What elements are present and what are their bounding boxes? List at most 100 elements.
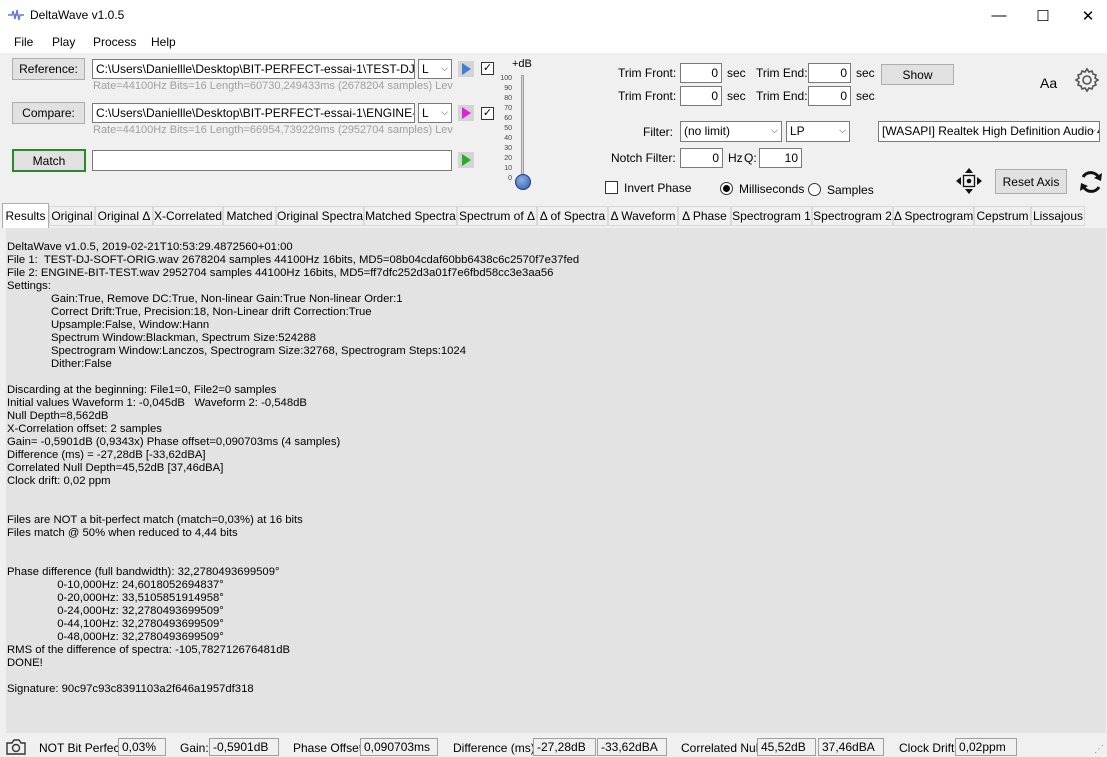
results-line: 0-20,000Hz: 33,5105851914958°	[7, 592, 224, 604]
bit-perfect-value: 0,03%	[118, 738, 166, 756]
compare-button[interactable]: Compare:	[12, 102, 85, 124]
reference-button[interactable]: Reference:	[12, 58, 85, 80]
filter-label: Filter:	[643, 125, 673, 139]
match-progress-bar	[92, 150, 452, 171]
scale-tick: 0	[508, 175, 512, 182]
menu-play[interactable]: Play	[52, 35, 75, 49]
match-play-icon[interactable]	[458, 152, 474, 168]
chevron-down-icon: ⌵	[1089, 125, 1096, 135]
notch-q-label: Q:	[744, 151, 757, 165]
reference-channel-value: L	[422, 62, 429, 76]
font-button[interactable]: Aa	[1040, 75, 1057, 91]
pan-move-icon[interactable]	[955, 167, 983, 195]
results-line: Clock drift: 0,02 ppm	[7, 475, 111, 487]
scale-tick: 80	[504, 95, 512, 102]
trim-front-input-1[interactable]: 0	[680, 63, 722, 83]
compare-channel-select[interactable]: L ⌵	[418, 103, 452, 123]
menu-file[interactable]: File	[14, 35, 33, 49]
compare-play-icon[interactable]	[458, 105, 474, 121]
scale-tick: 10	[504, 165, 512, 172]
results-line: Correlated Null Depth=45,52dB [37,46dBA]	[7, 462, 224, 474]
reference-path-input[interactable]: C:\Users\Daniellle\Desktop\BIT-PERFECT-e…	[92, 59, 415, 79]
bit-perfect-label: NOT Bit Perfect	[39, 741, 123, 755]
results-line: Null Depth=8,562dB	[7, 410, 109, 422]
results-line: Gain:True, Remove DC:True, Non-linear Ga…	[7, 293, 403, 305]
results-line: Gain= -0,5901dB (0,9343x) Phase offset=0…	[7, 436, 341, 448]
filter-type-value: LP	[790, 124, 805, 138]
results-line	[7, 540, 579, 553]
reset-axis-button[interactable]: Reset Axis	[995, 169, 1067, 194]
level-slider-thumb[interactable]	[515, 174, 531, 190]
results-panel[interactable]: DeltaWave v1.0.5, 2019-02-21T10:53:29.48…	[6, 228, 1106, 733]
notch-q-input[interactable]: 10	[759, 148, 802, 168]
match-button[interactable]: Match	[12, 149, 86, 172]
minimize-button[interactable]: —	[976, 0, 1022, 31]
refresh-icon[interactable]	[1078, 169, 1104, 195]
results-line	[7, 553, 579, 566]
scale-tick: 40	[504, 135, 512, 142]
reference-channel-select[interactable]: L ⌵	[418, 59, 452, 79]
notch-filter-label: Notch Filter:	[611, 151, 676, 165]
filter-select[interactable]: (no limit) ⌵	[680, 121, 782, 142]
camera-icon[interactable]	[5, 738, 27, 756]
reference-info: Rate=44100Hz Bits=16 Length=60730,249433…	[93, 80, 453, 92]
tab-results[interactable]: Results	[2, 203, 49, 228]
tab-x-correlated[interactable]: X-Correlated	[153, 206, 223, 226]
tab-spectrogram-1[interactable]: Spectrogram 1	[731, 206, 812, 226]
menu-process[interactable]: Process	[93, 35, 136, 49]
resize-grip-icon[interactable]: ⋰	[1094, 744, 1104, 755]
notch-hz-label: Hz	[728, 151, 743, 165]
trim-end-input-1[interactable]: 0	[808, 63, 851, 83]
correlated-null-value: 45,52dB	[757, 738, 816, 756]
results-line: Files match @ 50% when reduced to 4,44 b…	[7, 527, 238, 539]
gear-icon[interactable]	[1074, 67, 1100, 93]
reference-enable-checkbox[interactable]: ✓	[481, 62, 494, 75]
scale-tick: 90	[504, 85, 512, 92]
tab-cepstrum[interactable]: Cepstrum	[974, 206, 1031, 226]
results-line: DeltaWave v1.0.5, 2019-02-21T10:53:29.48…	[7, 241, 293, 253]
tab-delta-phase[interactable]: Δ Phase	[678, 206, 731, 226]
scale-tick: 20	[504, 155, 512, 162]
level-meter-label: +dB	[512, 58, 532, 70]
tab-lissajous[interactable]: Lissajous	[1031, 206, 1085, 226]
window-title: DeltaWave v1.0.5	[30, 8, 125, 22]
reference-play-icon[interactable]	[458, 61, 474, 77]
audio-device-select[interactable]: [WASAPI] Realtek High Definition Audio 4…	[878, 121, 1100, 142]
compare-path-input[interactable]: C:\Users\Daniellle\Desktop\BIT-PERFECT-e…	[92, 103, 415, 123]
menu-help[interactable]: Help	[151, 35, 176, 49]
tab-original-spectra[interactable]: Original Spectra	[276, 206, 364, 226]
level-meter-track	[521, 75, 524, 183]
milliseconds-radio[interactable]	[720, 182, 733, 195]
tab-original[interactable]: Original	[49, 206, 95, 226]
compare-enable-checkbox[interactable]: ✓	[481, 107, 494, 120]
invert-phase-checkbox[interactable]	[605, 181, 618, 194]
samples-radio[interactable]	[808, 183, 821, 196]
results-line	[7, 670, 579, 683]
results-line: Files are NOT a bit-perfect match (match…	[7, 514, 303, 526]
scale-tick: 30	[504, 145, 512, 152]
tab-spectrogram-2[interactable]: Spectrogram 2	[812, 206, 893, 226]
tab-delta-spectrogram[interactable]: Δ Spectrogram	[893, 206, 974, 226]
gain-value: -0,5901dB	[209, 738, 279, 756]
tab-original-delta[interactable]: Original Δ	[95, 206, 153, 226]
notch-filter-input[interactable]: 0	[680, 148, 723, 168]
tab-delta-waveform[interactable]: Δ Waveform	[608, 206, 678, 226]
level-meter-scale: 100 90 80 70 60 50 40 30 20 10 0	[498, 75, 514, 185]
close-button[interactable]: ✕	[1065, 0, 1107, 31]
tab-delta-of-spectra[interactable]: Δ of Spectra	[537, 206, 608, 226]
trim-front-input-2[interactable]: 0	[680, 86, 722, 106]
tab-matched[interactable]: Matched	[223, 206, 276, 226]
maximize-button[interactable]: ☐	[1020, 0, 1066, 31]
show-button[interactable]: Show	[881, 64, 954, 85]
tab-spectrum-of-delta[interactable]: Spectrum of Δ	[457, 206, 537, 226]
compare-info: Rate=44100Hz Bits=16 Length=66954,739229…	[93, 124, 453, 136]
scale-tick: 50	[504, 125, 512, 132]
difference-value: -27,28dB	[533, 738, 596, 756]
filter-value: (no limit)	[684, 124, 731, 138]
trim-end-input-2[interactable]: 0	[808, 86, 851, 106]
results-line: Phase difference (full bandwidth): 32,27…	[7, 566, 280, 578]
filter-type-select[interactable]: LP ⌵	[786, 121, 850, 142]
tab-matched-spectra[interactable]: Matched Spectra	[364, 206, 457, 226]
milliseconds-label: Milliseconds	[739, 182, 805, 196]
difference-value-a: -33,62dBA	[597, 738, 667, 756]
